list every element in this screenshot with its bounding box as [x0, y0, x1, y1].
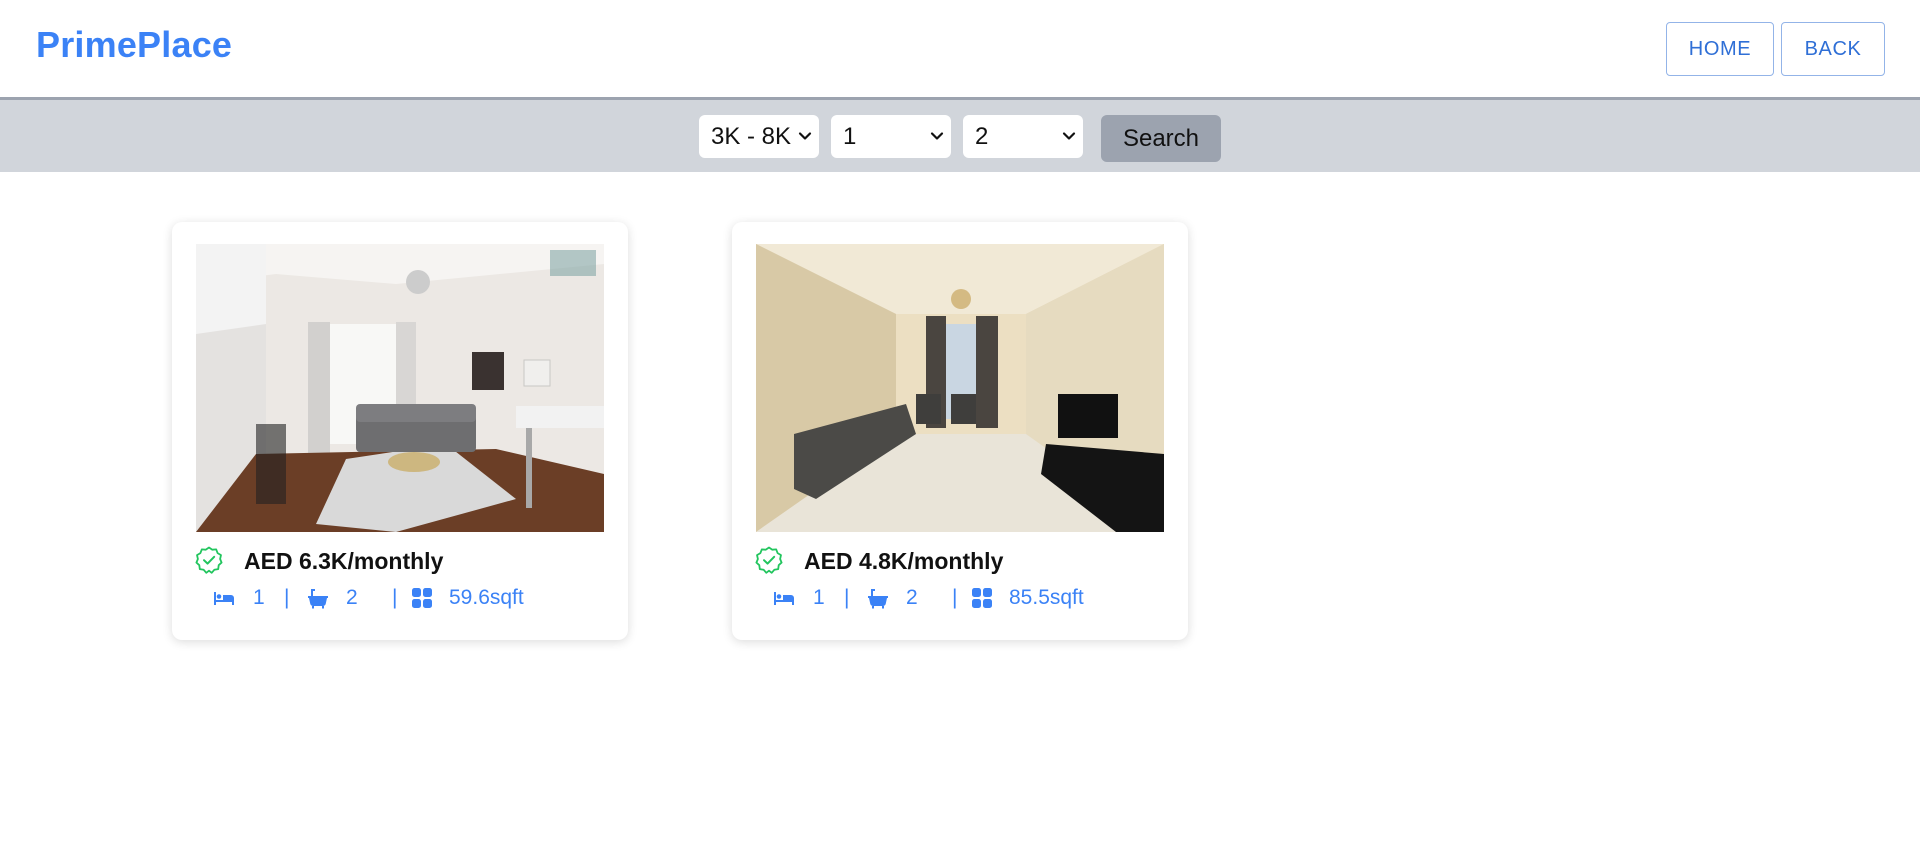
grid-area-icon [972, 588, 992, 608]
area-value: 59.6sqft [449, 586, 524, 609]
bathrooms-count: 2 [346, 586, 358, 609]
listing-details: 1 | 2 | 59.6sqft [212, 586, 612, 616]
bed-icon [774, 592, 794, 605]
listing-price: AED 4.8K/monthly [804, 548, 1004, 574]
bathtub-icon [308, 589, 328, 609]
back-button[interactable]: BACK [1781, 22, 1885, 76]
search-button[interactable]: Search [1101, 115, 1221, 162]
filter-bar: 3K - 8K 1 2 Search [0, 100, 1920, 172]
verified-badge-icon [755, 546, 783, 574]
bedrooms-value: 1 [843, 122, 857, 150]
bathrooms-count: 2 [906, 586, 918, 609]
chevron-down-icon [798, 132, 812, 140]
chevron-down-icon [1062, 132, 1076, 140]
bedrooms-count: 1 [813, 586, 825, 609]
listing-price: AED 6.3K/monthly [244, 548, 444, 574]
grid-area-icon [412, 588, 432, 608]
listing-details: 1 | 2 | 85.5sqft [772, 586, 1172, 616]
separator: | [844, 586, 850, 609]
price-range-value: 3K - 8K [711, 122, 792, 150]
top-navbar: PrimePlace HOME BACK [0, 0, 1920, 100]
listing-photo[interactable] [196, 244, 604, 532]
bathrooms-value: 2 [975, 122, 989, 150]
verified-badge-icon [195, 546, 223, 574]
area-value: 85.5sqft [1009, 586, 1084, 609]
listing-card[interactable]: AED 6.3K/monthly 1 | 2 | 59.6sqft [172, 222, 628, 640]
chevron-down-icon [930, 132, 944, 140]
living-room-photo [196, 244, 604, 532]
bed-icon [214, 592, 234, 605]
listing-card[interactable]: AED 4.8K/monthly 1 | 2 | 85.5sqft [732, 222, 1188, 640]
separator: | [392, 586, 398, 609]
home-button[interactable]: HOME [1666, 22, 1774, 76]
listing-photo[interactable] [756, 244, 1164, 532]
price-range-select[interactable]: 3K - 8K [699, 115, 819, 158]
brand-logo[interactable]: PrimePlace [36, 24, 232, 66]
bedrooms-count: 1 [253, 586, 265, 609]
bathtub-icon [868, 589, 888, 609]
living-room-photo [756, 244, 1164, 532]
bathrooms-select[interactable]: 2 [963, 115, 1083, 158]
bedrooms-select[interactable]: 1 [831, 115, 951, 158]
separator: | [952, 586, 958, 609]
separator: | [284, 586, 290, 609]
